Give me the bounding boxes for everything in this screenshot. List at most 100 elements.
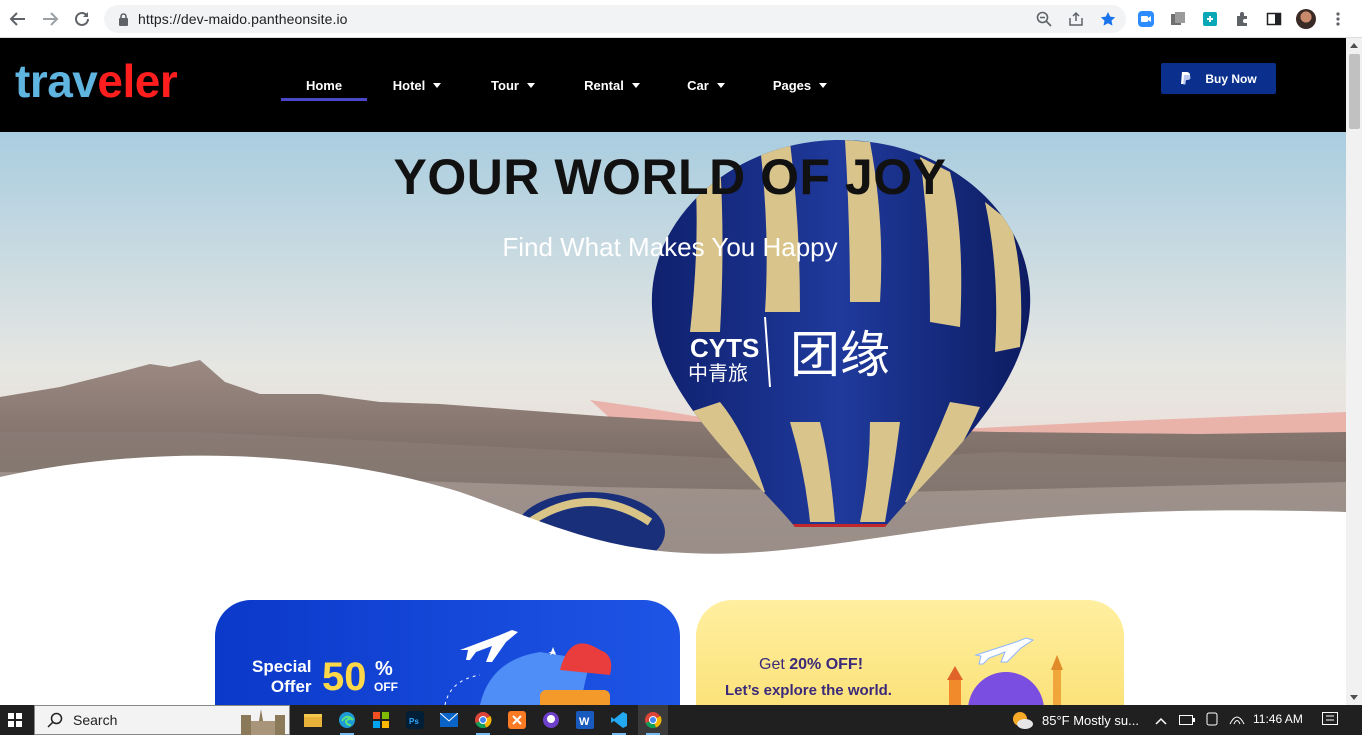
menu-item-home[interactable]: Home bbox=[281, 38, 367, 132]
svg-text:W: W bbox=[579, 716, 590, 728]
menu-item-hotel[interactable]: Hotel bbox=[367, 38, 467, 132]
menu-item-label: Tour bbox=[491, 77, 519, 93]
caret-down-icon bbox=[433, 82, 442, 88]
site-logo[interactable]: traveler bbox=[15, 54, 178, 108]
discount-number: 50 bbox=[322, 655, 367, 699]
zoom-meeting-icon[interactable] bbox=[1136, 9, 1156, 29]
windows-taskbar: Search Ps W 85°F Mostly su... 11:46 AM bbox=[0, 705, 1362, 735]
hat-icon bbox=[560, 643, 612, 675]
travel-illustration bbox=[444, 630, 612, 705]
notifications-icon[interactable] bbox=[1322, 712, 1338, 733]
wifi-icon[interactable] bbox=[1229, 712, 1245, 729]
battery-icon[interactable] bbox=[1178, 713, 1195, 728]
address-bar[interactable]: https://dev-maido.pantheonsite.io bbox=[104, 5, 1126, 33]
search-label: Search bbox=[73, 712, 118, 728]
weather-sun-cloud-icon[interactable] bbox=[1010, 709, 1034, 731]
search-icon bbox=[47, 712, 63, 728]
caret-down-icon bbox=[716, 82, 725, 88]
arrow-left-icon bbox=[9, 12, 25, 26]
chrome-icon[interactable] bbox=[468, 705, 498, 735]
extension-grey-icon[interactable] bbox=[1168, 9, 1188, 29]
hero-subtitle: Find What Makes You Happy bbox=[502, 232, 838, 262]
arrow-right-icon bbox=[43, 12, 59, 26]
chevron-up-icon[interactable] bbox=[1155, 713, 1167, 728]
hero-banner: CYTS 中青旅 团缘 YOUR WORLD OF JOY Find What … bbox=[0, 132, 1346, 557]
microsoft-store-icon[interactable] bbox=[366, 705, 396, 735]
forward-button[interactable] bbox=[34, 3, 66, 35]
get-20-off-text: Get 20% OFF! bbox=[759, 656, 863, 674]
logo-part-2: eler bbox=[97, 55, 178, 107]
scroll-down-arrow-icon[interactable] bbox=[1350, 695, 1358, 700]
page-scrollbar[interactable] bbox=[1346, 38, 1362, 705]
github-desktop-icon[interactable] bbox=[536, 705, 566, 735]
browser-toolbar: https://dev-maido.pantheonsite.io bbox=[0, 0, 1362, 38]
photoshop-icon[interactable]: Ps bbox=[400, 705, 430, 735]
airplane-icon bbox=[974, 637, 1035, 665]
device-icon[interactable] bbox=[1205, 712, 1219, 729]
url-text: https://dev-maido.pantheonsite.io bbox=[138, 11, 348, 27]
mail-icon[interactable] bbox=[434, 705, 464, 735]
avatar[interactable] bbox=[1296, 9, 1316, 29]
scroll-up-arrow-icon[interactable] bbox=[1350, 43, 1358, 48]
special-offer-line-1: Special bbox=[252, 657, 312, 676]
svg-text:Ps: Ps bbox=[409, 717, 419, 726]
taskbar-search-box[interactable]: Search bbox=[34, 705, 290, 735]
vscode-icon[interactable] bbox=[604, 705, 634, 735]
reload-button[interactable] bbox=[66, 3, 98, 35]
promo-card-explore[interactable]: Get 20% OFF! Let’s explore the world. bbox=[696, 600, 1124, 705]
world-travel-illustration bbox=[947, 637, 1063, 705]
edge-browser-icon[interactable] bbox=[332, 705, 362, 735]
promo-card-special-offer[interactable]: Special Offer 50 % OFF bbox=[215, 600, 680, 705]
airplane-icon bbox=[460, 630, 518, 662]
caret-down-icon bbox=[526, 82, 535, 88]
buy-now-button[interactable]: Buy Now bbox=[1161, 63, 1276, 94]
get-prefix: Get bbox=[759, 656, 790, 673]
balloon-text-chinese: 中青旅 bbox=[688, 361, 748, 385]
balloon-text-tuanyuan: 团缘 bbox=[790, 326, 890, 384]
windows-start-icon[interactable] bbox=[8, 713, 22, 727]
site-header: traveler Home Hotel Tour Rental Car Page… bbox=[0, 38, 1346, 132]
caret-down-icon bbox=[819, 82, 828, 88]
share-icon[interactable] bbox=[1066, 9, 1086, 29]
taskbar-pinned-apps: Ps W bbox=[298, 705, 672, 735]
zoom-icon[interactable] bbox=[1034, 9, 1054, 29]
word-icon[interactable]: W bbox=[570, 705, 600, 735]
hero-title: YOUR WORLD OF JOY bbox=[393, 149, 947, 205]
chrome-active-icon[interactable] bbox=[638, 705, 668, 735]
discount-percent: % bbox=[375, 658, 393, 680]
menu-item-label: Rental bbox=[584, 77, 624, 93]
extension-teal-icon[interactable] bbox=[1200, 9, 1220, 29]
explore-world-text: Let’s explore the world. bbox=[725, 682, 892, 699]
discount-off: OFF bbox=[374, 680, 398, 694]
buy-now-label: Buy Now bbox=[1205, 71, 1257, 86]
scrollbar-thumb[interactable] bbox=[1349, 54, 1360, 129]
menu-item-label: Car bbox=[687, 77, 709, 93]
twenty-off-bold: 20% OFF! bbox=[789, 656, 864, 673]
main-menu: Home Hotel Tour Rental Car Pages bbox=[281, 38, 853, 132]
bookmark-star-icon[interactable] bbox=[1098, 9, 1118, 29]
notre-dame-search-highlight-icon bbox=[241, 709, 285, 735]
caret-down-icon bbox=[631, 82, 640, 88]
menu-item-label: Home bbox=[305, 77, 343, 93]
special-offer-line-2: Offer bbox=[270, 677, 312, 696]
menu-item-label: Hotel bbox=[392, 77, 426, 93]
extensions-puzzle-icon[interactable] bbox=[1232, 9, 1252, 29]
xampp-icon[interactable] bbox=[502, 705, 532, 735]
menu-kebab-icon[interactable] bbox=[1328, 9, 1348, 29]
menu-item-label: Pages bbox=[772, 77, 812, 93]
weather-text[interactable]: 85°F Mostly su... bbox=[1042, 713, 1139, 728]
paypal-icon bbox=[1181, 72, 1191, 85]
reload-icon bbox=[75, 11, 89, 26]
file-explorer-icon[interactable] bbox=[298, 705, 328, 735]
logo-part-1: trav bbox=[15, 55, 98, 107]
taskbar-clock[interactable]: 11:46 AM bbox=[1253, 712, 1303, 726]
menu-item-pages[interactable]: Pages bbox=[747, 38, 853, 132]
menu-item-rental[interactable]: Rental bbox=[559, 38, 665, 132]
balloon-text-cyts: CYTS bbox=[690, 333, 759, 363]
menu-item-tour[interactable]: Tour bbox=[467, 38, 559, 132]
side-panel-icon[interactable] bbox=[1264, 9, 1284, 29]
menu-item-car[interactable]: Car bbox=[665, 38, 747, 132]
lock-icon bbox=[116, 12, 130, 26]
back-button[interactable] bbox=[2, 3, 34, 35]
special-offer-text: Special Offer bbox=[252, 657, 312, 697]
